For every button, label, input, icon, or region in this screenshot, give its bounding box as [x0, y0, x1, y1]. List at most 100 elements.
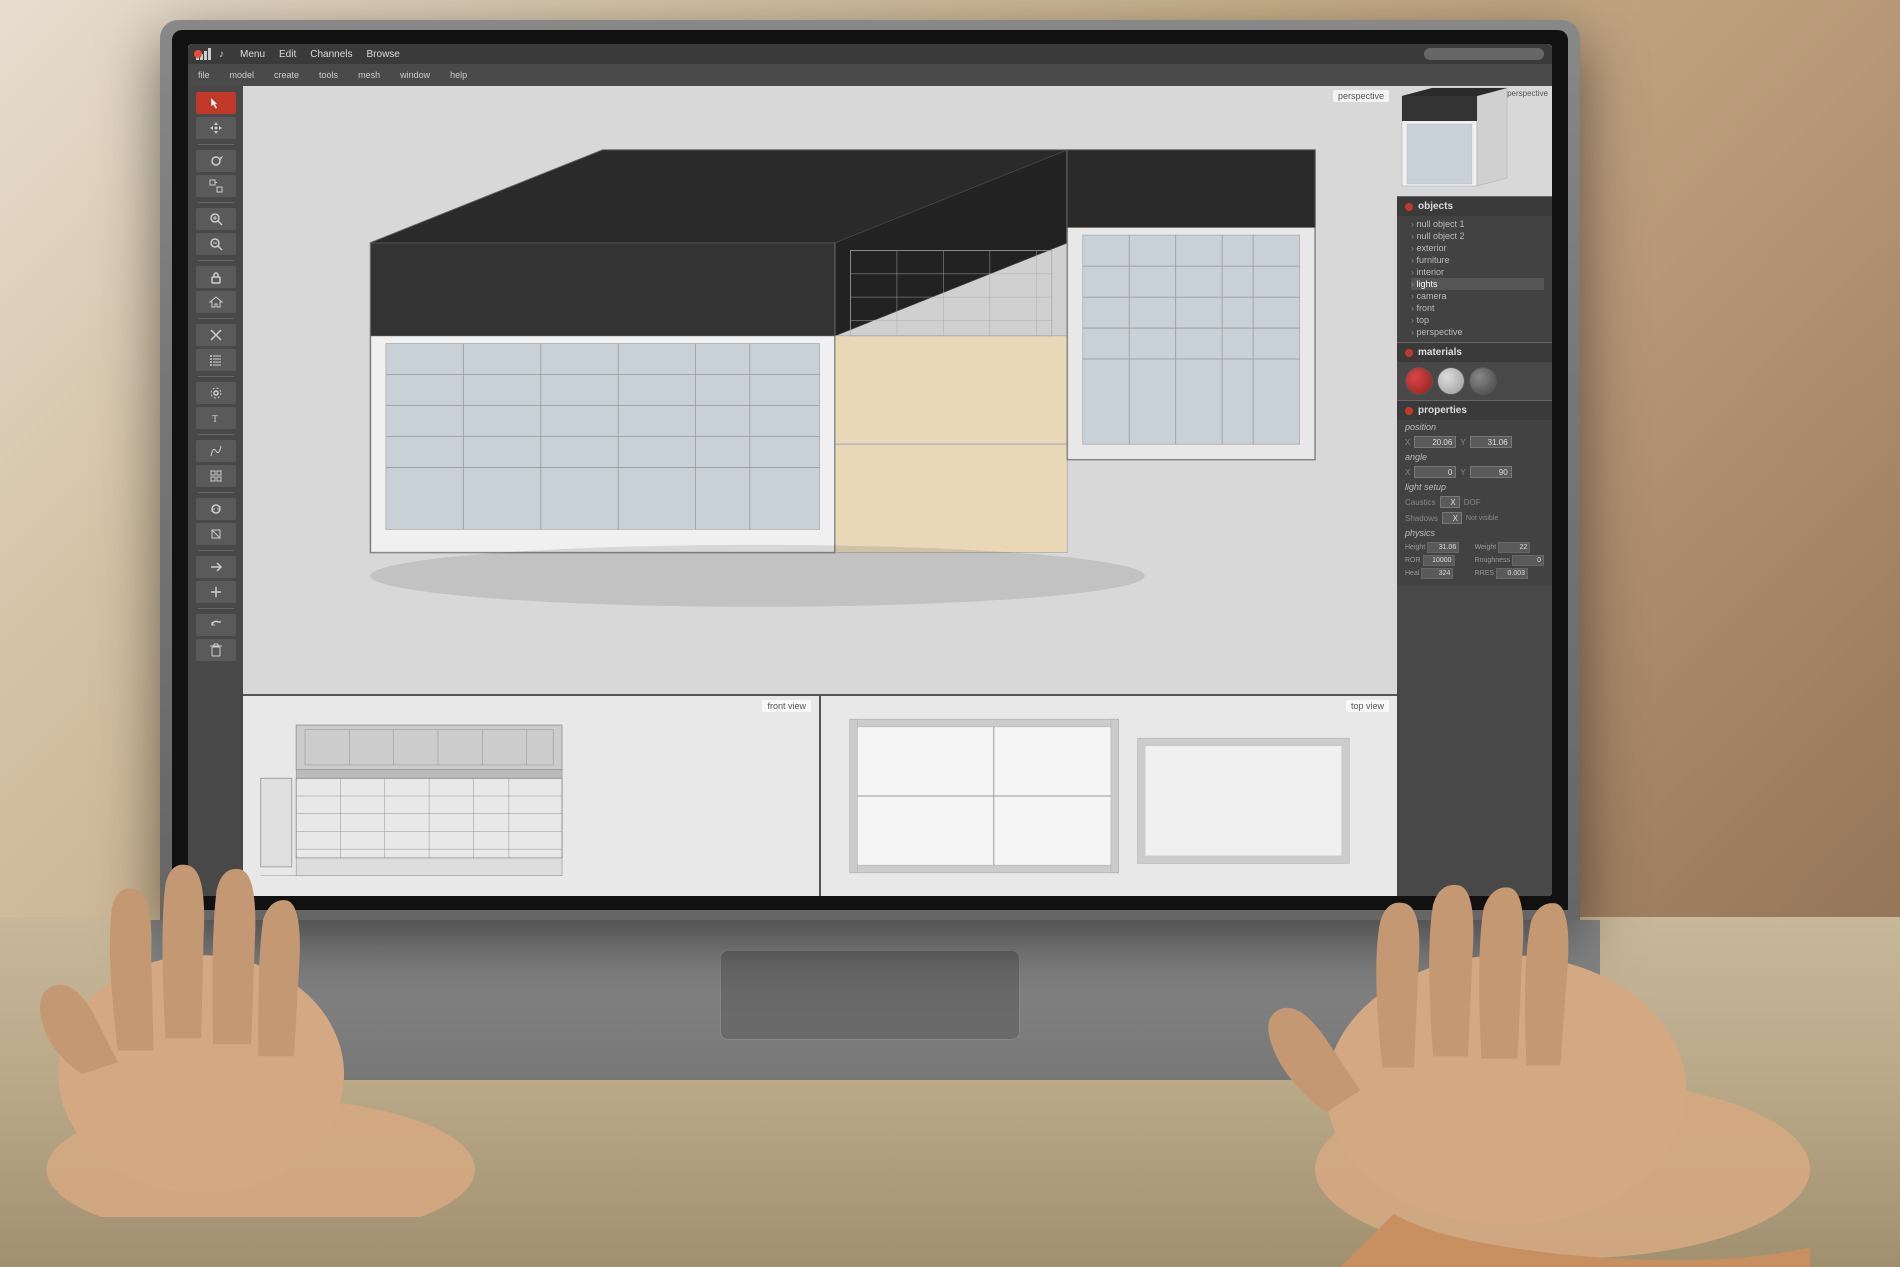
tool-lock[interactable]	[196, 266, 236, 288]
angle-label: angle	[1397, 450, 1552, 464]
materials-swatches	[1397, 362, 1552, 400]
material-swatch-1[interactable]	[1405, 367, 1433, 395]
pos-x-input[interactable]	[1414, 436, 1456, 448]
height-input[interactable]	[1427, 542, 1459, 553]
toolbar-help[interactable]: help	[450, 70, 467, 80]
tool-scale[interactable]	[196, 175, 236, 197]
menu-item-channels[interactable]: Channels	[310, 49, 352, 60]
viewport-bottom: front view	[243, 696, 1397, 896]
ror-input[interactable]	[1423, 555, 1455, 566]
caustics-input[interactable]	[1440, 496, 1460, 508]
tool-zoom-out[interactable]	[196, 233, 236, 255]
tool-text[interactable]: T	[196, 407, 236, 429]
tree-perspective[interactable]: perspective	[1411, 326, 1544, 338]
tool-cut[interactable]	[196, 324, 236, 346]
viewport-top-view[interactable]: top view	[821, 696, 1397, 896]
angle-fields: X Y	[1397, 464, 1552, 480]
tool-divider-8	[198, 550, 234, 551]
tool-rotate[interactable]	[196, 150, 236, 172]
tool-add[interactable]	[196, 581, 236, 603]
tree-front[interactable]: front	[1411, 302, 1544, 314]
tool-select[interactable]	[196, 92, 236, 114]
menu-item-edit[interactable]: Edit	[279, 49, 296, 60]
screen-bezel: ♪ Menu Edit Channels Browse file model c…	[172, 30, 1568, 910]
viewport-front[interactable]: front view	[243, 696, 821, 896]
trackpad[interactable]	[720, 950, 1020, 1040]
angle-x-label: X	[1405, 468, 1410, 477]
rres-input[interactable]	[1496, 568, 1528, 579]
left-tools-panel: T	[188, 86, 243, 896]
viewport-perspective[interactable]: perspective	[243, 86, 1397, 696]
tool-home[interactable]	[196, 291, 236, 313]
search-bar[interactable]	[1424, 48, 1544, 60]
mini-viewport[interactable]: perspective	[1397, 86, 1552, 196]
tool-divider-5	[198, 376, 234, 377]
physics-fields: Height Weight ROR	[1397, 540, 1552, 581]
properties-section-header[interactable]: properties	[1397, 400, 1552, 420]
rres-label: RRES	[1475, 570, 1494, 577]
toolbar-mesh[interactable]: mesh	[358, 70, 380, 80]
properties-content: position X Y angle X	[1397, 420, 1552, 585]
tree-top[interactable]: top	[1411, 314, 1544, 326]
materials-dot	[1405, 349, 1413, 357]
tool-move[interactable]	[196, 117, 236, 139]
tree-null1[interactable]: null object 1	[1411, 218, 1544, 230]
weight-input[interactable]	[1498, 542, 1530, 553]
pos-y-input[interactable]	[1470, 436, 1512, 448]
right-panel: perspective	[1397, 86, 1552, 896]
tool-arrow[interactable]	[196, 556, 236, 578]
heal-input[interactable]	[1421, 568, 1453, 579]
tool-delete[interactable]	[196, 639, 236, 661]
pos-x-label: X	[1405, 438, 1410, 447]
menu-item-browse[interactable]: Browse	[367, 49, 400, 60]
angle-y-label: Y	[1460, 468, 1465, 477]
ror-label: ROR	[1405, 557, 1421, 564]
tool-refresh[interactable]	[196, 498, 236, 520]
height-label: Height	[1405, 544, 1425, 551]
tool-divider-6	[198, 434, 234, 435]
tree-interior[interactable]: interior	[1411, 266, 1544, 278]
tool-zoom-in[interactable]	[196, 208, 236, 230]
toolbar-model[interactable]: model	[230, 70, 255, 80]
toolbar-tools[interactable]: tools	[319, 70, 338, 80]
tool-gear[interactable]	[196, 382, 236, 404]
objects-section-header[interactable]: objects	[1397, 196, 1552, 216]
position-label: position	[1397, 420, 1552, 434]
roughness-input[interactable]	[1512, 555, 1544, 566]
signal-bar-3	[204, 51, 207, 60]
heal-label: Heal	[1405, 570, 1419, 577]
tree-camera[interactable]: camera	[1411, 290, 1544, 302]
tree-furniture[interactable]: furniture	[1411, 254, 1544, 266]
pos-y-label: Y	[1460, 438, 1465, 447]
material-swatch-3[interactable]	[1469, 367, 1497, 395]
app-container: ♪ Menu Edit Channels Browse file model c…	[188, 44, 1552, 896]
svg-text:T: T	[212, 414, 218, 425]
shadows-input[interactable]	[1442, 512, 1462, 524]
menu-bar: ♪ Menu Edit Channels Browse	[188, 44, 1552, 64]
tool-spline[interactable]	[196, 440, 236, 462]
ror-group: ROR	[1405, 555, 1473, 566]
angle-y-input[interactable]	[1470, 466, 1512, 478]
tool-list[interactable]	[196, 349, 236, 371]
tree-exterior[interactable]: exterior	[1411, 242, 1544, 254]
light-setup-label: light setup	[1397, 480, 1552, 494]
tool-divider-9	[198, 608, 234, 609]
roughness-label: Roughness	[1475, 557, 1510, 564]
tool-rotate2[interactable]	[196, 523, 236, 545]
tool-undo[interactable]	[196, 614, 236, 636]
signal-bar-4	[208, 48, 211, 60]
tree-lights[interactable]: lights	[1411, 278, 1544, 290]
material-swatch-2[interactable]	[1437, 367, 1465, 395]
toolbar-file[interactable]: file	[198, 70, 210, 80]
weight-label: Weight	[1475, 544, 1497, 551]
tool-grid[interactable]	[196, 465, 236, 487]
tree-null2[interactable]: null object 2	[1411, 230, 1544, 242]
toolbar-create[interactable]: create	[274, 70, 299, 80]
toolbar-window[interactable]: window	[400, 70, 430, 80]
caustics-label: Caustics	[1405, 498, 1436, 507]
materials-section-header[interactable]: materials	[1397, 342, 1552, 362]
angle-x-input[interactable]	[1414, 466, 1456, 478]
position-fields: X Y	[1397, 434, 1552, 450]
menu-item-menu[interactable]: Menu	[240, 49, 265, 60]
tool-divider-7	[198, 492, 234, 493]
